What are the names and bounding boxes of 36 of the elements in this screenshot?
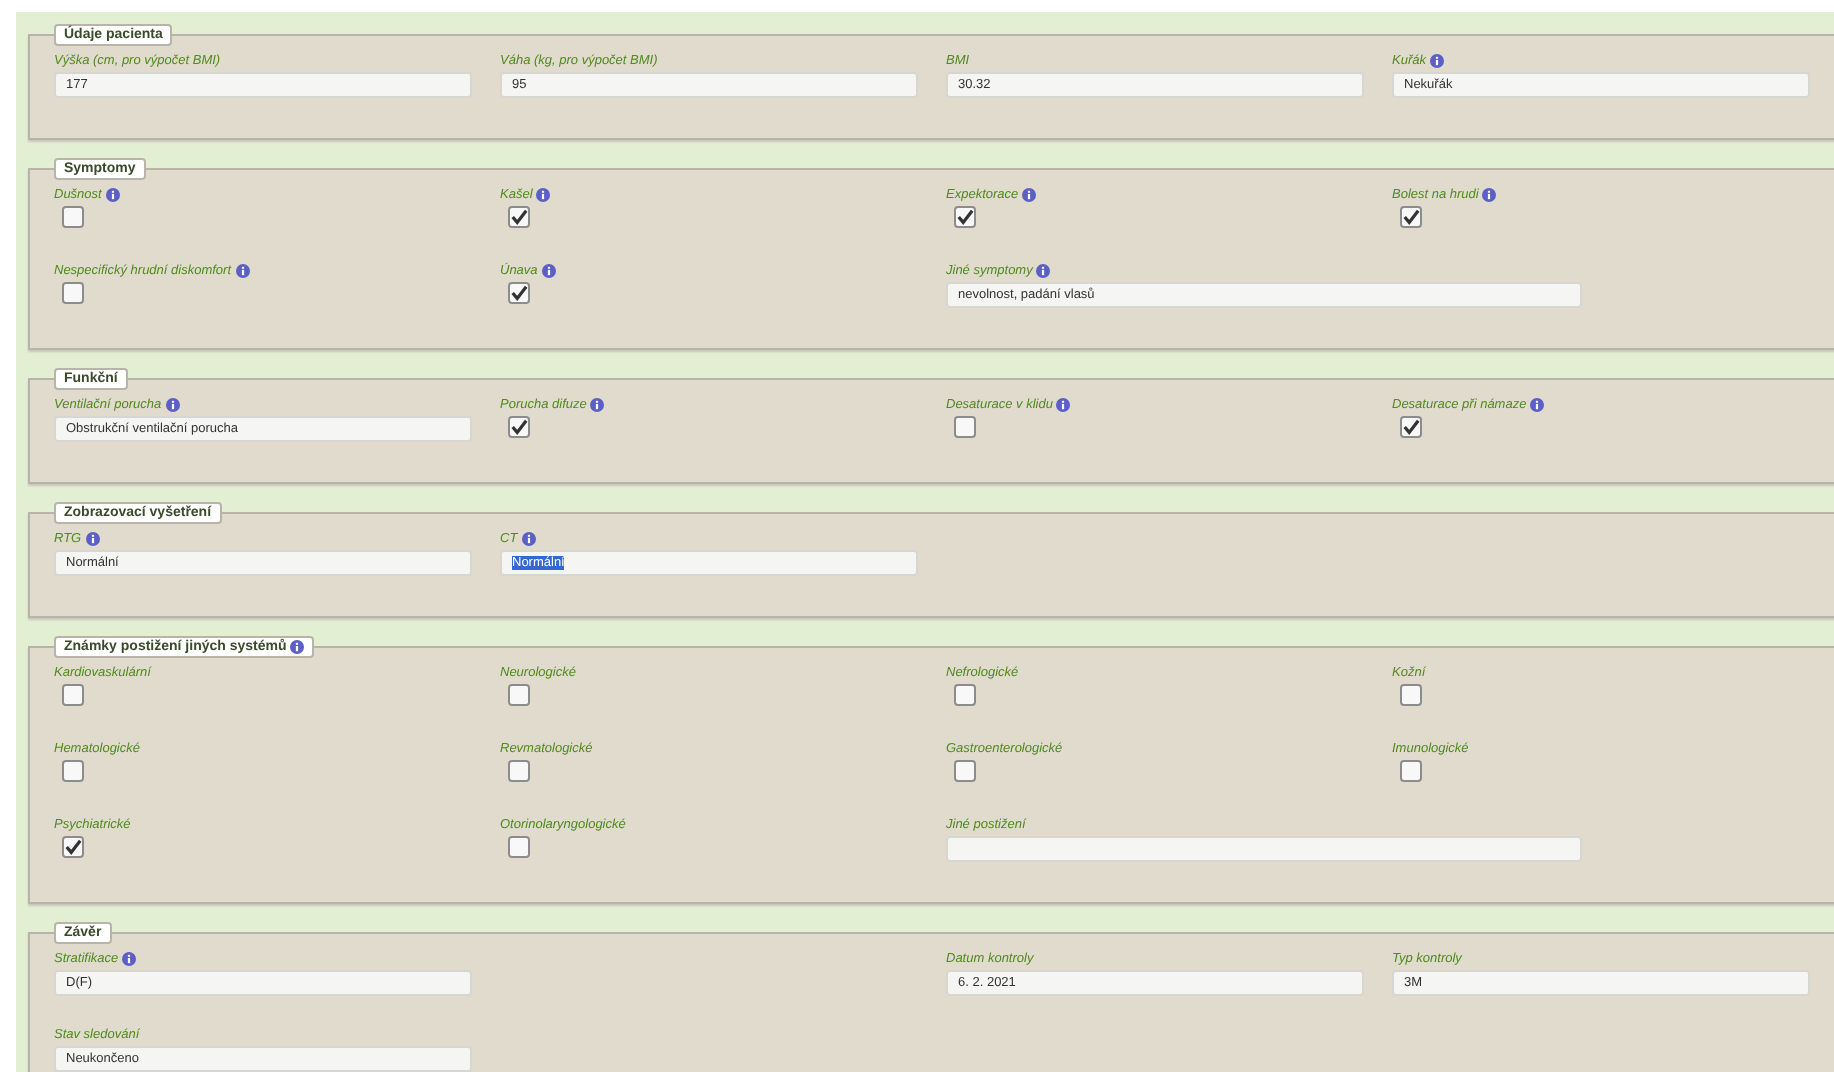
info-icon[interactable] bbox=[1022, 188, 1037, 202]
checkbox[interactable] bbox=[508, 684, 530, 706]
info-icon[interactable] bbox=[165, 398, 180, 412]
checkbox[interactable] bbox=[954, 684, 976, 706]
info-icon[interactable] bbox=[536, 188, 551, 202]
checkbox[interactable] bbox=[62, 684, 84, 706]
info-icon[interactable] bbox=[541, 264, 556, 278]
checkbox[interactable] bbox=[508, 416, 530, 438]
checkbox[interactable] bbox=[1400, 206, 1422, 228]
checkbox[interactable] bbox=[508, 282, 530, 304]
info-icon[interactable] bbox=[85, 532, 100, 546]
checkbox[interactable] bbox=[1400, 416, 1422, 438]
checkbox[interactable] bbox=[1400, 760, 1422, 782]
checkbox[interactable] bbox=[954, 416, 976, 438]
checkbox[interactable] bbox=[508, 836, 530, 858]
info-icon[interactable] bbox=[1036, 264, 1051, 278]
checkbox[interactable] bbox=[508, 206, 530, 228]
checkbox[interactable] bbox=[62, 206, 84, 228]
info-icon[interactable] bbox=[122, 952, 137, 966]
info-icon[interactable] bbox=[105, 188, 120, 202]
info-icon[interactable] bbox=[521, 532, 536, 546]
info-icon[interactable] bbox=[1056, 398, 1071, 412]
checkbox[interactable] bbox=[954, 206, 976, 228]
input-field[interactable] bbox=[946, 836, 1582, 862]
info-icon[interactable] bbox=[590, 398, 605, 412]
info-icon[interactable] bbox=[1530, 398, 1545, 412]
checkbox[interactable] bbox=[62, 836, 84, 858]
info-icon[interactable] bbox=[1482, 188, 1497, 202]
info-icon[interactable] bbox=[290, 640, 305, 654]
checkbox[interactable] bbox=[508, 760, 530, 782]
checkbox[interactable] bbox=[62, 760, 84, 782]
checkbox[interactable] bbox=[1400, 684, 1422, 706]
info-icon[interactable] bbox=[1429, 54, 1444, 68]
checkbox[interactable] bbox=[954, 760, 976, 782]
info-icon[interactable] bbox=[235, 264, 250, 278]
checkbox[interactable] bbox=[62, 282, 84, 304]
